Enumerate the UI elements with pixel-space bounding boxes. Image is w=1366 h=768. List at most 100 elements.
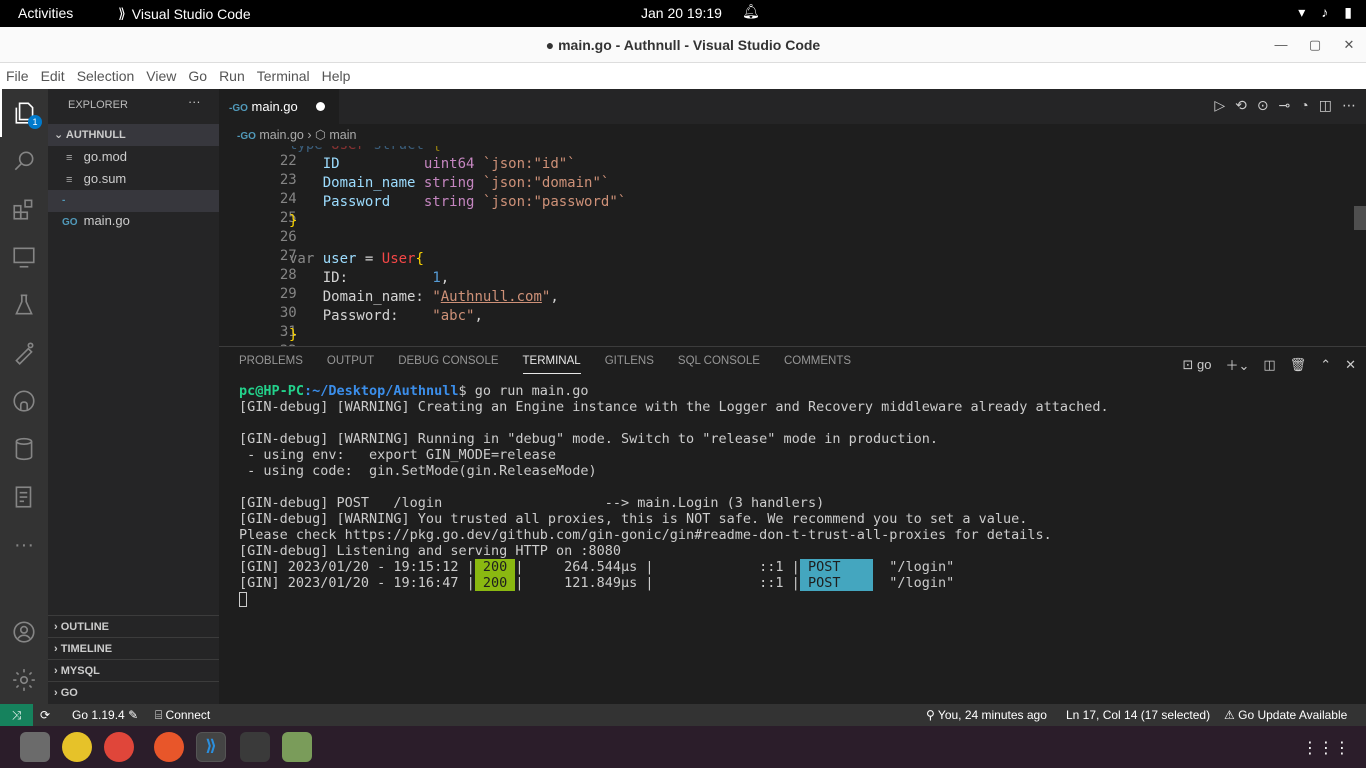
chrome-app-icon[interactable]: [104, 732, 134, 762]
sidebar-more-button[interactable]: ···: [188, 95, 201, 109]
terminal-name: go: [1197, 356, 1212, 372]
request-path: "/login": [872, 575, 955, 591]
postman-app-icon[interactable]: [154, 732, 184, 762]
file-go-mod[interactable]: ≡ go.mod: [48, 146, 219, 168]
files-app-icon[interactable]: [20, 732, 50, 762]
method-badge: POST: [799, 559, 873, 575]
system-tray[interactable]: ▾ ♪ ▮: [1298, 4, 1352, 21]
show-apps-icon[interactable]: ⋮⋮⋮: [1302, 738, 1350, 758]
sync-icon[interactable]: ⟳: [40, 704, 50, 726]
menu-terminal[interactable]: Terminal: [251, 68, 316, 84]
new-terminal-icon[interactable]: ＋⌄: [1225, 355, 1249, 374]
git-blame[interactable]: ⚲ You, 24 minutes ago: [926, 704, 1047, 726]
explorer-icon[interactable]: 1: [0, 89, 48, 137]
split-terminal-icon[interactable]: ◫: [1263, 357, 1275, 373]
rhythmbox-app-icon[interactable]: [62, 732, 92, 762]
more-icon[interactable]: ···: [0, 521, 48, 569]
tab-main-go[interactable]: -GO main.go: [219, 89, 339, 124]
go-file-icon: -GO: [62, 195, 78, 228]
trash-icon[interactable]: 🗑︎: [1290, 357, 1307, 373]
menu-run[interactable]: Run: [213, 68, 251, 84]
vscode-icon: ⟫: [118, 5, 126, 21]
terminal-app-icon[interactable]: [240, 732, 270, 762]
git-compare-icon[interactable]: ⟲: [1235, 97, 1247, 114]
file-go-sum[interactable]: ≡ go.sum: [48, 168, 219, 190]
file-name: main.go: [83, 213, 130, 228]
request-path: "/login": [872, 559, 955, 575]
bell-icon: 🔔︎: [742, 3, 760, 19]
menu-view[interactable]: View: [140, 68, 182, 84]
terminal-line: - using env: export GIN_MODE=release: [239, 447, 556, 463]
tab-gitlens[interactable]: GITLENS: [605, 355, 654, 374]
vscode-app-icon[interactable]: ⟫: [196, 732, 226, 762]
tab-output[interactable]: OUTPUT: [327, 355, 374, 374]
menu-go[interactable]: Go: [182, 68, 213, 84]
run-icon[interactable]: ▷: [1214, 97, 1225, 114]
remote-indicator-icon[interactable]: ⤨: [0, 704, 33, 726]
go-update[interactable]: ⚠ Go Update Available: [1224, 704, 1347, 726]
editor-scrollbar[interactable]: [1352, 146, 1366, 346]
menu-edit[interactable]: Edit: [35, 68, 71, 84]
section-outline[interactable]: › OUTLINE: [48, 615, 219, 637]
previous-change-icon[interactable]: ⊙: [1257, 97, 1269, 114]
app-menu[interactable]: ⟫ Visual Studio Code: [118, 5, 251, 22]
battery-icon: ▮: [1344, 4, 1352, 20]
more-actions-icon[interactable]: ⋯: [1342, 97, 1356, 114]
remote-explorer-icon[interactable]: [0, 233, 48, 281]
tab-sql-console[interactable]: SQL CONSOLE: [678, 355, 760, 374]
code-line: 30 Domain_name: "Authnull.com",: [279, 289, 559, 321]
minimize-button[interactable]: —: [1264, 27, 1298, 63]
activities-button[interactable]: Activities: [18, 5, 73, 21]
vscode-icon: ⟫: [205, 738, 217, 755]
folder-name: AUTHNULL: [65, 129, 126, 141]
search-icon[interactable]: [0, 137, 48, 185]
breadcrumb-symbol[interactable]: main: [329, 128, 356, 142]
code-line: 32}: [280, 327, 298, 346]
section-go[interactable]: › GO: [48, 681, 219, 703]
menu-help[interactable]: Help: [316, 68, 357, 84]
request-latency: | 121.849µs | ::1 |: [515, 575, 800, 591]
trash-app-icon[interactable]: [282, 732, 312, 762]
next-change-icon[interactable]: ⊸: [1279, 97, 1291, 114]
terminal-request-line: [GIN] 2023/01/20 - 19:15:12 | 200 | 264.…: [239, 559, 1109, 575]
timeline-icon[interactable]: ◔: [1300, 97, 1308, 114]
menu-file[interactable]: File: [0, 68, 35, 84]
maximize-panel-icon[interactable]: ⌃: [1320, 357, 1331, 373]
settings-gear-icon[interactable]: [0, 656, 48, 704]
code-line: 29 ID: 1,: [279, 270, 450, 302]
database-icon[interactable]: [0, 425, 48, 473]
maximize-button[interactable]: ▢: [1298, 27, 1332, 63]
section-timeline[interactable]: › TIMELINE: [48, 637, 219, 659]
unsaved-dot-icon[interactable]: [316, 102, 325, 111]
tab-problems[interactable]: PROBLEMS: [239, 355, 303, 374]
testing-icon[interactable]: [0, 281, 48, 329]
tab-comments[interactable]: COMMENTS: [784, 355, 851, 374]
tab-debug-console[interactable]: DEBUG CONSOLE: [398, 355, 498, 374]
scrollbar-thumb[interactable]: [1354, 206, 1366, 230]
terminal-output[interactable]: pc@HP-PC:~/Desktop/Authnull$ go run main…: [239, 383, 1109, 607]
tab-terminal[interactable]: TERMINAL: [522, 355, 581, 374]
section-mysql[interactable]: › MYSQL: [48, 659, 219, 681]
terminal-line: [GIN-debug] Listening and serving HTTP o…: [239, 543, 622, 559]
extensions-icon[interactable]: [0, 185, 48, 233]
connect-button[interactable]: ⌸ Connect: [155, 704, 210, 726]
file-main-go[interactable]: -GO main.go: [48, 190, 219, 228]
breadcrumb-file[interactable]: main.go: [259, 128, 303, 142]
run-debug-icon[interactable]: [0, 329, 48, 377]
notebook-icon[interactable]: [0, 473, 48, 521]
github-icon[interactable]: [0, 377, 48, 425]
code-editor[interactable]: 22type User struct { 23 ID uint64 `json:…: [219, 146, 1366, 346]
terminal-selector[interactable]: ⊡ go: [1182, 357, 1211, 373]
split-editor-icon[interactable]: ◫: [1319, 97, 1332, 114]
terminal-line: - using code: gin.SetMode(gin.ReleaseMod…: [239, 463, 597, 479]
accounts-icon[interactable]: [0, 608, 48, 656]
close-window-button[interactable]: ✕: [1332, 27, 1366, 63]
chevron-right-icon: ›: [54, 665, 58, 677]
menu-selection[interactable]: Selection: [71, 68, 141, 84]
clock[interactable]: Jan 20 19:19: [641, 5, 722, 21]
close-panel-icon[interactable]: ✕: [1345, 357, 1356, 373]
folder-authnull[interactable]: ⌄ AUTHNULL: [48, 124, 219, 146]
cursor-position[interactable]: Ln 17, Col 14 (17 selected): [1066, 704, 1210, 726]
go-version[interactable]: Go 1.19.4 ✎: [72, 704, 138, 726]
